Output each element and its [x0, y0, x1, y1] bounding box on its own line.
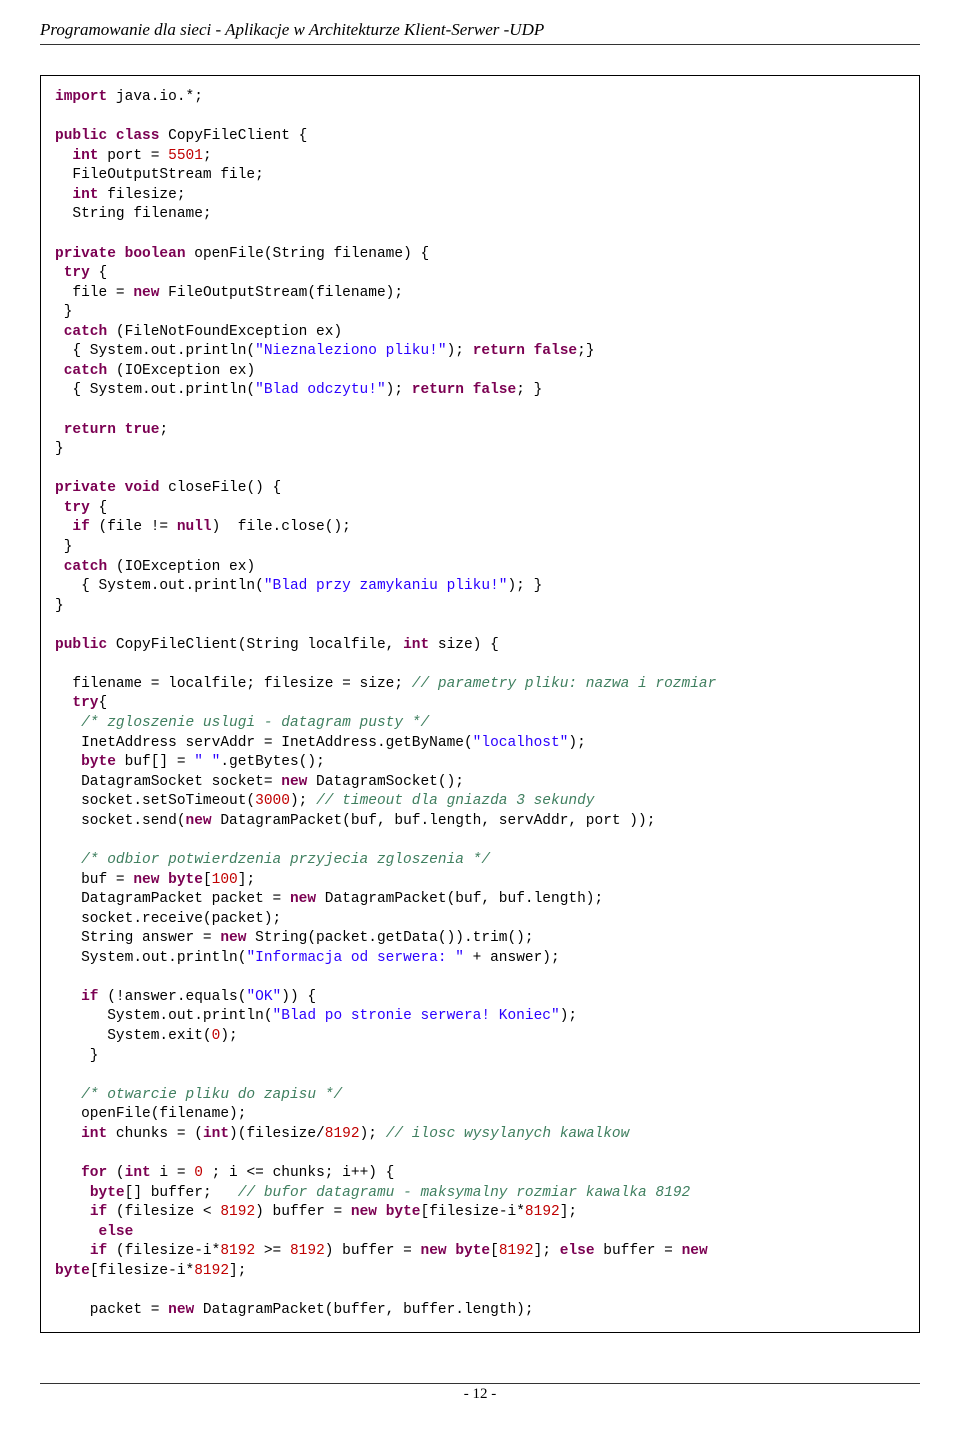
footer-divider [40, 1383, 920, 1384]
code-listing: import java.io.*; public class CopyFileC… [40, 75, 920, 1333]
document-page: Programowanie dla sieci - Aplikacje w Ar… [0, 0, 960, 1423]
header-divider [40, 44, 920, 45]
page-footer: - 12 - [40, 1383, 920, 1403]
page-number: - 12 - [40, 1386, 920, 1403]
page-header-title: Programowanie dla sieci - Aplikacje w Ar… [40, 20, 920, 40]
